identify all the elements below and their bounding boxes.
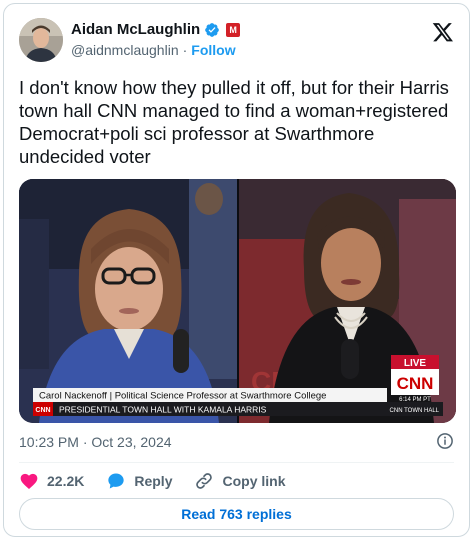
affiliate-badge-icon: M — [226, 22, 241, 37]
avatar[interactable] — [19, 18, 63, 62]
tweet-card: Aidan McLaughlin M @aidnmclaughlin · Fol… — [3, 3, 470, 537]
divider — [19, 462, 454, 463]
ticker-right: CNN TOWN HALL — [390, 408, 440, 414]
author-name-row: Aidan McLaughlin M — [71, 21, 241, 38]
tweet-timestamp[interactable]: 10:23 PM · Oct 23, 2024 — [19, 434, 172, 450]
cnn-logo: CNN — [397, 374, 434, 393]
x-logo-icon[interactable] — [432, 21, 454, 43]
handle-separator: · — [182, 42, 188, 58]
likes-count: 22.2K — [47, 473, 85, 489]
tweet-actions: 22.2K Reply Copy link — [19, 470, 308, 492]
chyron-name: Carol Nackenoff | Political Science Prof… — [39, 391, 326, 402]
author-handle-row: @aidnmclaughlin · Follow — [71, 42, 236, 58]
follow-button[interactable]: Follow — [191, 42, 235, 58]
heart-icon — [20, 473, 38, 489]
verified-badge-icon — [205, 22, 220, 37]
reply-button[interactable]: Reply — [106, 471, 172, 491]
info-icon[interactable] — [436, 432, 454, 450]
live-badge: LIVE — [404, 358, 427, 369]
tweet-media-image[interactable]: CNN LIVE CNN 6:14 PM PT Carol Nackenoff … — [19, 179, 456, 423]
chyron-ticker: PRESIDENTIAL TOWN HALL WITH KAMALA HARRI… — [59, 405, 267, 415]
author-name[interactable]: Aidan McLaughlin — [71, 21, 200, 38]
link-icon — [196, 473, 213, 489]
tweet-header: Aidan McLaughlin M @aidnmclaughlin · Fol… — [19, 17, 454, 63]
reply-label: Reply — [134, 473, 173, 489]
copy-link-label: Copy link — [222, 473, 286, 489]
like-button[interactable]: 22.2K — [19, 471, 84, 491]
copy-link-button[interactable]: Copy link — [194, 471, 286, 491]
read-replies-button[interactable]: Read 763 replies — [19, 498, 454, 530]
reply-bubble-icon — [108, 473, 125, 489]
author-handle[interactable]: @aidnmclaughlin — [71, 42, 179, 58]
tweet-text: I don't know how they pulled it off, but… — [19, 77, 449, 167]
ticker-brand: CNN — [35, 407, 50, 414]
